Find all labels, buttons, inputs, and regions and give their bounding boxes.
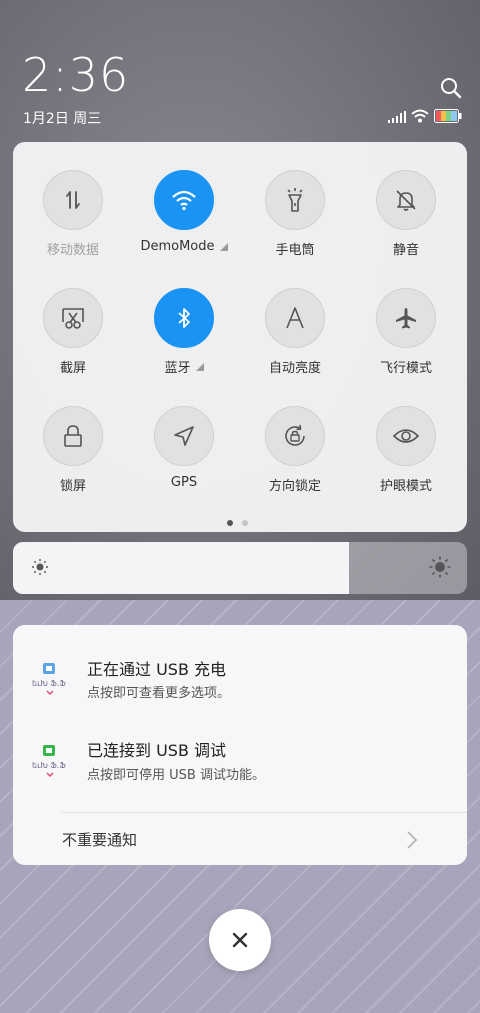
- tile-label: 手电筒: [275, 243, 315, 258]
- tile-label: 飞行模式: [379, 361, 432, 376]
- expand-corner-icon[interactable]: [219, 242, 228, 251]
- brightness-slider-fill[interactable]: [13, 542, 349, 594]
- letter-a-icon: [286, 307, 304, 329]
- tile-lock-screen[interactable]: 锁屏: [18, 406, 128, 494]
- date: 1月2日 周三: [23, 111, 102, 127]
- tile-label: 自动亮度: [268, 361, 321, 376]
- tile-bluetooth-circle[interactable]: [154, 288, 214, 348]
- eye-icon: [392, 429, 420, 443]
- brightness-low-icon: [31, 558, 49, 580]
- swap-arrows-icon: [66, 191, 80, 209]
- tile-flashlight[interactable]: 手电筒: [240, 170, 350, 258]
- tile-bluetooth[interactable]: 蓝牙: [129, 288, 239, 376]
- svg-text:եւԽ Ֆ.Ֆ: եւԽ Ֆ.Ֆ: [32, 679, 66, 688]
- tile-wifi[interactable]: DemoMode: [129, 170, 239, 254]
- navigation-arrow-icon: [174, 426, 194, 446]
- tile-label: 方向锁定: [268, 479, 321, 494]
- tile-screenshot[interactable]: 截屏: [18, 288, 128, 376]
- tile-label: 静音: [392, 243, 419, 258]
- notification-subtitle: 点按即可查看更多选项。: [87, 686, 231, 701]
- flashlight-icon: [287, 188, 303, 212]
- airplane-icon: [396, 308, 416, 329]
- clear-all-button[interactable]: [209, 909, 271, 971]
- brightness-high-icon: [429, 556, 451, 582]
- tile-lock-screen-circle[interactable]: [43, 406, 103, 466]
- tile-gps[interactable]: GPS: [129, 406, 239, 490]
- bell-off-icon: [396, 190, 416, 211]
- tile-auto-brightness[interactable]: 自动亮度: [240, 288, 350, 376]
- app-icon: եւԽ Ֆ.Ֆ: [29, 741, 71, 783]
- tile-mute-circle[interactable]: [376, 170, 436, 230]
- page-indicator: [227, 520, 248, 526]
- wifi-icon: [172, 190, 196, 211]
- divider: [61, 812, 467, 813]
- tile-eye-care-circle[interactable]: [376, 406, 436, 466]
- app-icon: եւԽ Ֆ.Ֆ: [29, 659, 71, 701]
- tile-label: 移动数据: [46, 243, 99, 258]
- notification-title: 已连接到 USB 调试: [87, 741, 227, 760]
- tile-auto-brightness-circle[interactable]: [265, 288, 325, 348]
- tile-mute[interactable]: 静音: [351, 170, 461, 258]
- tile-wifi-circle[interactable]: [154, 170, 214, 230]
- scissors-icon: [62, 308, 84, 329]
- bluetooth-icon: [178, 308, 190, 328]
- search-icon[interactable]: [440, 77, 462, 99]
- tile-label: 截屏: [59, 361, 86, 376]
- tile-eye-care[interactable]: 护眼模式: [351, 406, 461, 494]
- tile-gps-circle[interactable]: [154, 406, 214, 466]
- clock: 2:36: [22, 48, 130, 102]
- tile-label: DemoMode: [140, 239, 228, 254]
- tile-screenshot-circle[interactable]: [43, 288, 103, 348]
- tile-mobile-data-circle[interactable]: [43, 170, 103, 230]
- lock-icon: [64, 425, 82, 447]
- tile-mobile-data[interactable]: 移动数据: [18, 170, 128, 258]
- tile-airplane[interactable]: 飞行模式: [351, 288, 461, 376]
- tile-label: GPS: [170, 475, 198, 490]
- tile-label: 护眼模式: [379, 479, 432, 494]
- page-dot-active: [227, 520, 233, 526]
- minor-notifications-link[interactable]: 不重要通知: [62, 829, 137, 850]
- expand-corner-icon[interactable]: [195, 362, 204, 371]
- tile-flashlight-circle[interactable]: [265, 170, 325, 230]
- wifi-status-icon: [411, 108, 429, 127]
- notification-title: 正在通过 USB 充电: [87, 660, 227, 679]
- tile-rotation-lock[interactable]: 方向锁定: [240, 406, 350, 494]
- status-icons: [388, 108, 462, 127]
- chevron-right-icon[interactable]: [406, 830, 418, 854]
- close-icon: [232, 932, 248, 948]
- battery-icon: [434, 108, 462, 127]
- tile-label: 蓝牙: [164, 357, 204, 376]
- signal-icon: [388, 108, 406, 127]
- quick-settings-panel: 移动数据 DemoMode 手电筒 静音 截屏 蓝牙 自动亮度 飞行模式 锁屏 …: [13, 142, 467, 532]
- tile-rotation-lock-circle[interactable]: [265, 406, 325, 466]
- brightness-slider[interactable]: [13, 542, 467, 594]
- svg-text:եւԽ Ֆ.Ֆ: եւԽ Ֆ.Ֆ: [32, 761, 66, 770]
- rotation-lock-icon: [285, 424, 305, 446]
- notification-card: եւԽ Ֆ.Ֆ 正在通过 USB 充电 点按即可查看更多选项。 եւԽ Ֆ.Ֆ …: [13, 625, 467, 865]
- notification-subtitle: 点按即可停用 USB 调试功能。: [87, 768, 265, 783]
- tile-label: 锁屏: [59, 479, 86, 494]
- tile-airplane-circle[interactable]: [376, 288, 436, 348]
- page-dot: [242, 520, 248, 526]
